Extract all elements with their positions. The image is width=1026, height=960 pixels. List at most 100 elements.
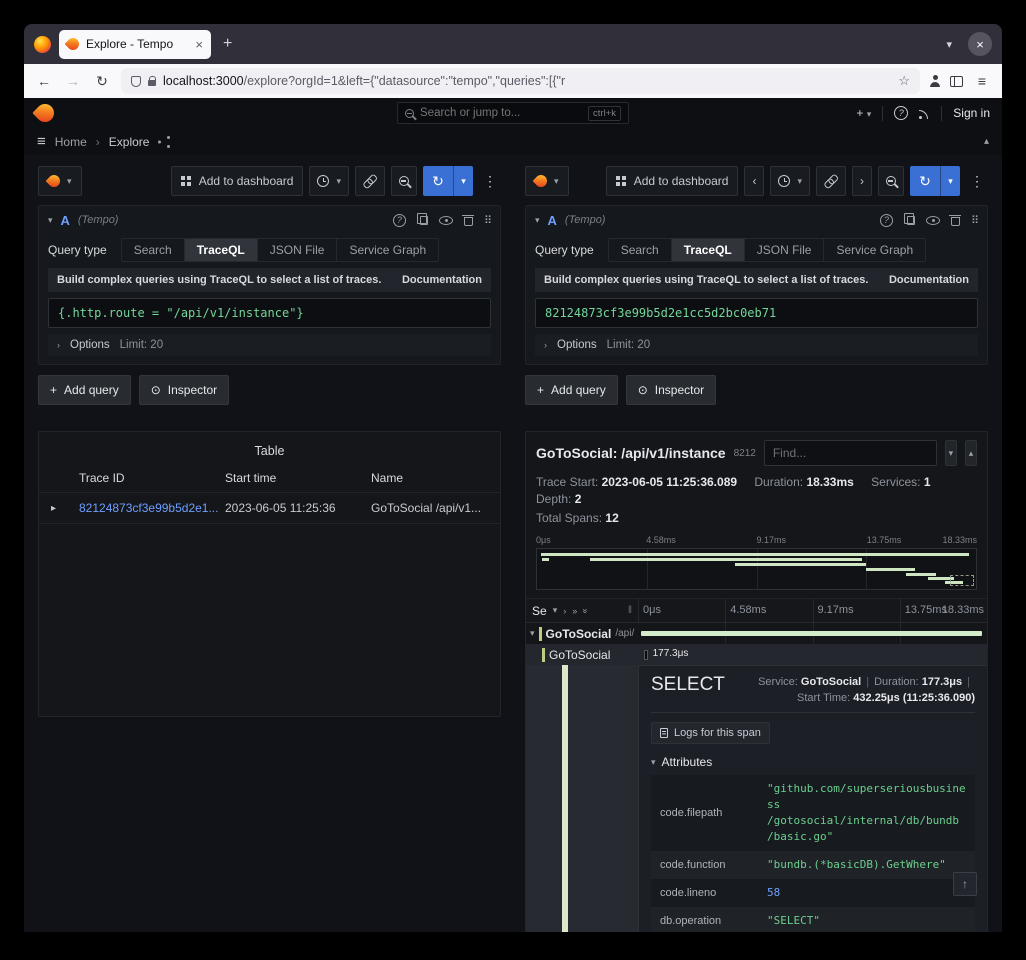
span-label[interactable]: GoToSocial	[526, 648, 638, 662]
traceql-query-input[interactable]: 82124873cf3e99b5d2e1cc5d2bc0eb71	[535, 298, 978, 328]
app-menu-icon[interactable]: ≡	[972, 73, 992, 89]
drag-handle-icon[interactable]: ⠿	[971, 214, 978, 227]
url-bar[interactable]: localhost:3000/explore?orgId=1&left={"da…	[121, 68, 920, 94]
column-start-time[interactable]: Start time	[225, 471, 371, 485]
add-to-dashboard-button[interactable]: Add to dashboard	[606, 166, 739, 196]
tab-search[interactable]: Search	[121, 238, 185, 262]
global-search[interactable]: ctrl+k	[397, 102, 629, 124]
run-query-sync[interactable]: ↻	[910, 166, 940, 196]
search-input[interactable]	[420, 107, 582, 119]
tab-json-file[interactable]: JSON File	[745, 238, 825, 262]
drag-handle-icon[interactable]: ⠿	[484, 214, 491, 227]
time-shift-back-button[interactable]: ‹	[744, 166, 764, 196]
pane-menu-button[interactable]: ⋮	[966, 173, 988, 190]
tab-json-file[interactable]: JSON File	[258, 238, 338, 262]
row-expander-icon[interactable]: ▸	[51, 503, 79, 514]
new-menu-button[interactable]: + ▾	[856, 106, 871, 120]
logs-for-span-button[interactable]: Logs for this span	[651, 722, 770, 744]
traceql-query-input[interactable]: {.http.route = "/api/v1/instance"}	[48, 298, 491, 328]
toggle-visibility-icon[interactable]	[926, 216, 940, 225]
inspector-button[interactable]: ⊙ Inspector	[626, 375, 716, 405]
lock-icon[interactable]	[148, 80, 156, 86]
attributes-accordion[interactable]: ▾ Attributes	[651, 751, 975, 775]
toggle-visibility-icon[interactable]	[439, 216, 453, 225]
add-to-dashboard-button[interactable]: Add to dashboard	[171, 166, 304, 196]
news-icon[interactable]	[919, 108, 930, 119]
split-link-button[interactable]	[355, 166, 385, 196]
span-track[interactable]: 177.3μs	[638, 644, 987, 665]
breadcrumb-home[interactable]: Home	[55, 135, 87, 149]
documentation-link[interactable]: Documentation	[889, 274, 969, 286]
list-tabs-icon[interactable]: ▾	[946, 38, 952, 51]
tab-service-graph[interactable]: Service Graph	[824, 238, 926, 262]
grafana-logo[interactable]	[32, 100, 57, 125]
datasource-picker[interactable]: ▾	[525, 166, 569, 196]
window-close-button[interactable]: ×	[968, 32, 992, 56]
find-next-button[interactable]: ▾	[945, 440, 957, 466]
span-duration-bar[interactable]	[641, 631, 981, 636]
table-row[interactable]: ▸ 82124873cf3e99b5d2e1... 2023-06-05 11:…	[39, 492, 500, 524]
span-track[interactable]	[638, 623, 987, 644]
run-query-button[interactable]: ↻ ▾	[423, 166, 473, 196]
span-row-child-selected[interactable]: GoToSocial 177.3μs	[526, 644, 987, 665]
forward-icon[interactable]: →	[63, 73, 83, 89]
time-shift-forward-button[interactable]: ›	[852, 166, 872, 196]
inspector-button[interactable]: ⊙ Inspector	[139, 375, 229, 405]
tab-close-icon[interactable]: ×	[195, 37, 203, 52]
help-icon[interactable]: ?	[880, 214, 893, 227]
delete-query-icon[interactable]	[464, 217, 473, 226]
column-resizer-handle[interactable]: ‖	[628, 605, 632, 616]
time-picker-button[interactable]: ▾	[309, 166, 349, 196]
collapse-nav-icon[interactable]: ▴	[984, 136, 989, 147]
column-trace-id[interactable]: Trace ID	[79, 471, 225, 485]
tab-traceql[interactable]: TraceQL	[672, 238, 745, 262]
mega-menu-icon[interactable]: ≡	[37, 133, 46, 150]
collapse-span-icon[interactable]: ▾	[530, 628, 535, 639]
library-icon[interactable]	[950, 76, 963, 87]
tab-search[interactable]: Search	[608, 238, 672, 262]
collapse-query-icon[interactable]: ▾	[48, 215, 53, 226]
duplicate-query-icon[interactable]	[907, 216, 915, 225]
run-query-sync[interactable]: ↻	[423, 166, 453, 196]
run-query-button[interactable]: ↻ ▾	[910, 166, 960, 196]
span-label[interactable]: ▾ GoToSocial /api/	[526, 627, 638, 641]
trace-minimap[interactable]: 0μs 4.58ms 9.17ms 13.75ms 18.33ms	[536, 535, 977, 590]
documentation-link[interactable]: Documentation	[402, 274, 482, 286]
add-query-button[interactable]: + Add query	[38, 375, 131, 405]
minimap-canvas[interactable]	[536, 548, 977, 590]
zoom-out-button[interactable]	[878, 166, 904, 196]
account-icon[interactable]	[929, 75, 941, 87]
find-input[interactable]	[764, 440, 937, 466]
tab-traceql[interactable]: TraceQL	[185, 238, 258, 262]
datasource-picker[interactable]: ▾	[38, 166, 82, 196]
sign-in-link[interactable]: Sign in	[953, 106, 990, 120]
trace-id-link[interactable]: 82124873cf3e99b5d2e1...	[79, 501, 225, 515]
duplicate-query-icon[interactable]	[420, 216, 428, 225]
expand-one-icon[interactable]: ›	[563, 606, 566, 616]
span-row-root[interactable]: ▾ GoToSocial /api/	[526, 623, 987, 644]
options-row[interactable]: › Options Limit: 20	[535, 334, 978, 356]
scroll-to-top-button[interactable]: ↑	[953, 872, 977, 896]
pane-menu-button[interactable]: ⋮	[479, 173, 501, 190]
delete-query-icon[interactable]	[951, 217, 960, 226]
column-name[interactable]: Name	[371, 471, 488, 485]
help-icon[interactable]: ?	[393, 214, 406, 227]
options-row[interactable]: › Options Limit: 20	[48, 334, 491, 356]
help-icon[interactable]: ?	[894, 106, 908, 120]
expand-all-icon[interactable]: »	[572, 606, 577, 616]
chevron-down-icon[interactable]: ▾	[553, 605, 558, 616]
collapse-all-icon[interactable]: »	[581, 608, 591, 613]
tracking-shield-icon[interactable]	[131, 76, 141, 87]
share-icon[interactable]	[158, 136, 170, 148]
split-link-button[interactable]	[816, 166, 846, 196]
collapse-query-icon[interactable]: ▾	[535, 215, 540, 226]
tab-service-graph[interactable]: Service Graph	[337, 238, 439, 262]
find-prev-button[interactable]: ▴	[965, 440, 977, 466]
zoom-out-button[interactable]	[391, 166, 417, 196]
service-operation-column-header[interactable]: Se ▾ › » » ‖	[526, 599, 638, 622]
time-picker-button[interactable]: ▾	[770, 166, 810, 196]
bookmark-star-icon[interactable]: ☆	[898, 73, 910, 89]
browser-tab[interactable]: Explore - Tempo ×	[59, 30, 211, 59]
new-tab-button[interactable]: +	[219, 35, 236, 53]
add-query-button[interactable]: + Add query	[525, 375, 618, 405]
